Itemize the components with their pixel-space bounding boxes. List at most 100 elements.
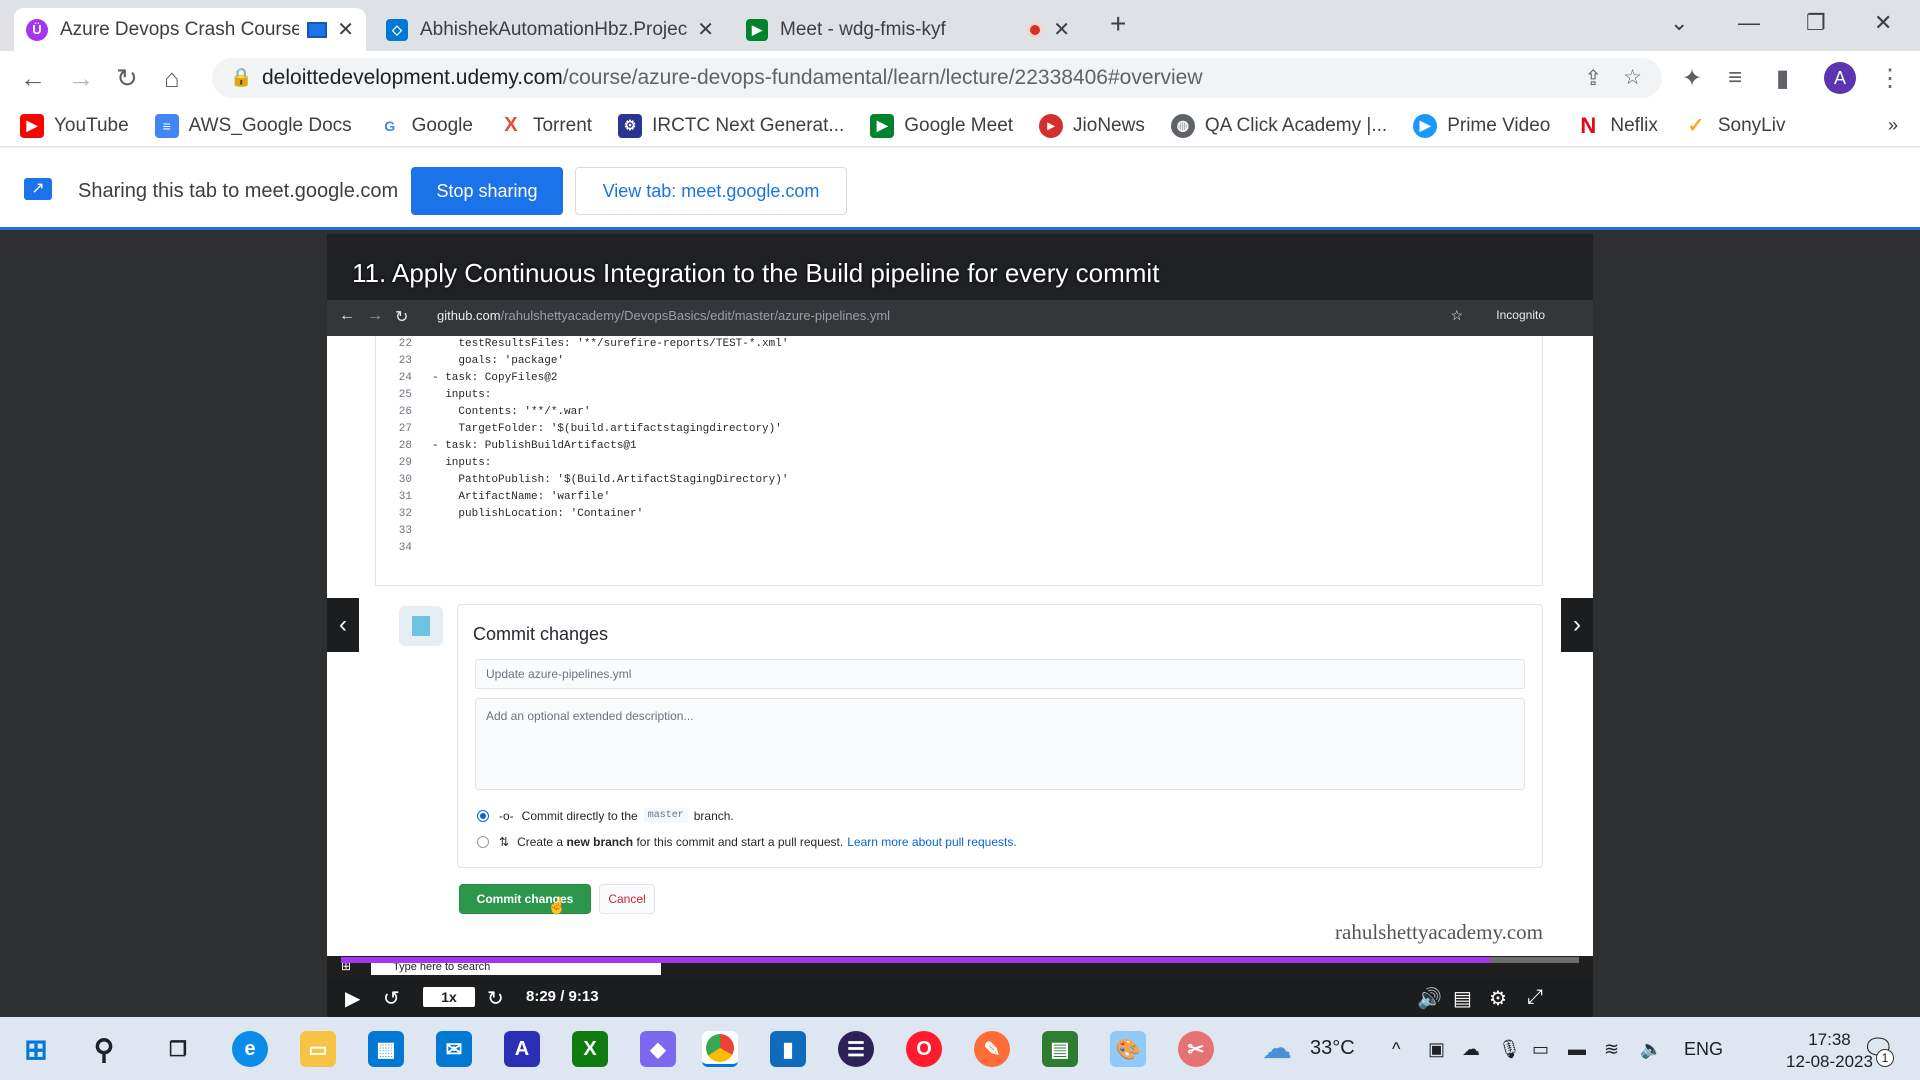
code-text: inputs: — [432, 389, 492, 401]
start-icon[interactable]: ⊞ — [18, 1031, 54, 1067]
video-player[interactable]: ← → ↻ github.com/rahulshettyacademy/Devo… — [327, 234, 1593, 1017]
bookmark-item[interactable]: ⚙ IRCTC Next Generat... — [618, 113, 844, 138]
bookmark-item[interactable]: ▸ JioNews — [1039, 113, 1145, 138]
forward-icon[interactable]: ↻ — [487, 986, 504, 1011]
view-tab-button[interactable]: View tab: meet.google.com — [575, 167, 847, 215]
fullscreen-icon[interactable]: ⤢ — [1527, 986, 1543, 1009]
eclipse-icon[interactable]: ☰ — [838, 1031, 874, 1067]
playback-speed-button[interactable]: 1x — [423, 987, 475, 1007]
media-icon[interactable]: ≡ — [1728, 64, 1742, 92]
more-bookmarks-icon[interactable]: » — [1888, 115, 1898, 136]
cancel-button[interactable]: Cancel — [599, 884, 655, 914]
radio-selected[interactable] — [477, 809, 489, 822]
code-text: - task: CopyFiles@2 — [432, 372, 558, 384]
timecode: 8:29 / 9:13 — [526, 988, 599, 1005]
captions-icon[interactable]: ▤ — [1453, 986, 1472, 1011]
bookmark-item[interactable]: G Google — [377, 113, 473, 138]
back-icon[interactable]: ← — [20, 63, 46, 94]
windows-taskbar: ⊞ ⚲ ❐ e ▭ ▦ ✉ A X ◆ ▮ ☰ O ✎ ▤ 🎨 ✂ ☁ 33°C… — [0, 1017, 1920, 1080]
close-tab-icon[interactable]: ✕ — [1053, 17, 1070, 42]
inner-address-bar: ← → ↻ github.com/rahulshettyacademy/Devo… — [327, 300, 1593, 336]
new-tab-icon[interactable]: + — [1110, 8, 1126, 40]
tab-sharing-bar: ↗ Sharing this tab to meet.google.com St… — [0, 148, 1920, 230]
show-hidden-icon[interactable]: ^ — [1392, 1039, 1400, 1060]
azure-data-icon[interactable]: ▮ — [770, 1031, 806, 1067]
task-view-icon[interactable]: ❐ — [160, 1031, 196, 1067]
chrome-icon[interactable] — [702, 1031, 738, 1067]
settings-icon[interactable]: ⚙ — [1489, 986, 1507, 1011]
restore-icon[interactable]: ❐ — [1806, 10, 1826, 36]
tab-azure-devops[interactable]: ◇ AbhishekAutomationHbz.Project ✕ — [374, 8, 726, 51]
line-number: 23 — [398, 355, 412, 367]
bookmark-star-icon[interactable]: ☆ — [1623, 65, 1642, 90]
onedrive-icon[interactable]: ☁ — [1462, 1039, 1480, 1060]
menu-icon[interactable]: ⋮ — [1878, 64, 1902, 93]
tab-udemy[interactable]: Ü Azure Devops Crash Course ✕ — [14, 8, 366, 51]
volume-icon[interactable]: 🔊 — [1417, 986, 1442, 1011]
profile-avatar[interactable]: A — [1824, 62, 1856, 94]
code-text: ArtifactName: 'warfile' — [432, 491, 611, 503]
store-icon[interactable]: ▦ — [368, 1031, 404, 1067]
address-bar[interactable]: 🔒 deloittedevelopment.udemy.com/course/a… — [212, 58, 1662, 98]
bookmark-item[interactable]: ▶ Google Meet — [870, 113, 1013, 138]
commit-changes-button[interactable]: Commit changes — [459, 884, 591, 914]
wifi-icon[interactable]: ≋ — [1604, 1039, 1619, 1060]
new-branch-option[interactable]: ⇅ Create a new branch for this commit an… — [477, 835, 1017, 849]
close-window-icon[interactable]: ✕ — [1874, 10, 1892, 36]
side-panel-icon[interactable]: ▮ — [1776, 64, 1789, 93]
forward-icon[interactable]: → — [68, 63, 94, 94]
code-line: 30 PathtoPublish: '$(Build.ArtifactStagi… — [376, 474, 789, 491]
close-tab-icon[interactable]: ✕ — [697, 17, 714, 42]
opera-icon[interactable]: O — [906, 1031, 942, 1067]
microphone-icon[interactable]: 🎙 — [1498, 1039, 1521, 1060]
commit-description-input[interactable]: Add an optional extended description... — [475, 698, 1525, 790]
pull-request-link[interactable]: Learn more about pull requests. — [847, 835, 1016, 849]
hub-icon[interactable]: ◆ — [640, 1031, 676, 1067]
display-icon[interactable]: ▭ — [1532, 1039, 1549, 1060]
bookmark-item[interactable]: N Neflix — [1576, 113, 1658, 138]
bookmark-item[interactable]: ✓ SonyLiv — [1683, 113, 1785, 138]
file-explorer-icon[interactable]: ▭ — [300, 1031, 336, 1067]
play-icon[interactable]: ▶ — [345, 986, 360, 1011]
home-icon[interactable]: ⌂ — [164, 63, 180, 94]
snipping-icon[interactable]: ✂ — [1178, 1031, 1214, 1067]
share-icon[interactable]: ⇪ — [1584, 66, 1602, 91]
tab-meet[interactable]: ▶ Meet - wdg-fmis-kyf ✕ — [734, 8, 1082, 51]
search-icon[interactable]: ⚲ — [86, 1031, 122, 1067]
code-line: 22 testResultsFiles: '**/surefire-report… — [376, 338, 789, 355]
stop-sharing-button[interactable]: Stop sharing — [411, 167, 563, 215]
sharing-message: Sharing this tab to meet.google.com — [78, 180, 399, 202]
bookmark-item[interactable]: ▶ Prime Video — [1413, 113, 1550, 138]
close-tab-icon[interactable]: ✕ — [337, 17, 354, 42]
tab-search-icon[interactable]: ⌄ — [1670, 10, 1688, 36]
previous-lecture-button[interactable]: ‹ — [327, 598, 359, 652]
reload-icon[interactable]: ↻ — [116, 63, 138, 94]
language-indicator[interactable]: ENG — [1684, 1039, 1723, 1060]
automation-icon[interactable]: A — [504, 1031, 540, 1067]
mail-icon[interactable]: ✉ — [436, 1031, 472, 1067]
paint-icon[interactable]: 🎨 — [1110, 1031, 1146, 1067]
commit-summary-input[interactable]: Update azure-pipelines.yml — [475, 659, 1525, 689]
next-lecture-button[interactable]: › — [1561, 598, 1593, 652]
code-line: 31 ArtifactName: 'warfile' — [376, 491, 610, 508]
minimize-icon[interactable]: — — [1738, 10, 1760, 36]
weather-temp[interactable]: 33°C — [1310, 1037, 1355, 1060]
bookmark-item[interactable]: X Torrent — [498, 113, 592, 138]
bookmark-item[interactable]: ◍ QA Click Academy |... — [1170, 113, 1387, 138]
rewind-icon[interactable]: ↺ — [383, 986, 400, 1011]
edge-icon[interactable]: e — [232, 1031, 268, 1067]
speaker-icon[interactable]: 🔈 — [1640, 1039, 1662, 1060]
extensions-icon[interactable]: ✦ — [1682, 64, 1702, 93]
meet-tray-icon[interactable]: ▣ — [1428, 1039, 1445, 1060]
commit-direct-option[interactable]: -o- Commit directly to the master branch… — [477, 808, 734, 823]
radio-unselected[interactable] — [477, 836, 489, 848]
bookmark-item[interactable]: ≡ AWS_Google Docs — [154, 113, 352, 138]
xbox-icon[interactable]: X — [572, 1031, 608, 1067]
code-text: TargetFolder: '$(build.artifactstagingdi… — [432, 423, 782, 435]
postman-icon[interactable]: ✎ — [974, 1031, 1010, 1067]
bookmark-item[interactable]: ▶ YouTube — [20, 113, 129, 138]
spreadsheet-icon[interactable]: ▤ — [1042, 1031, 1078, 1067]
battery-icon[interactable]: ▬ — [1568, 1039, 1586, 1060]
chevron-right-icon: › — [1573, 611, 1581, 638]
clock[interactable]: 17:38 12-08-2023 — [1786, 1029, 1873, 1073]
